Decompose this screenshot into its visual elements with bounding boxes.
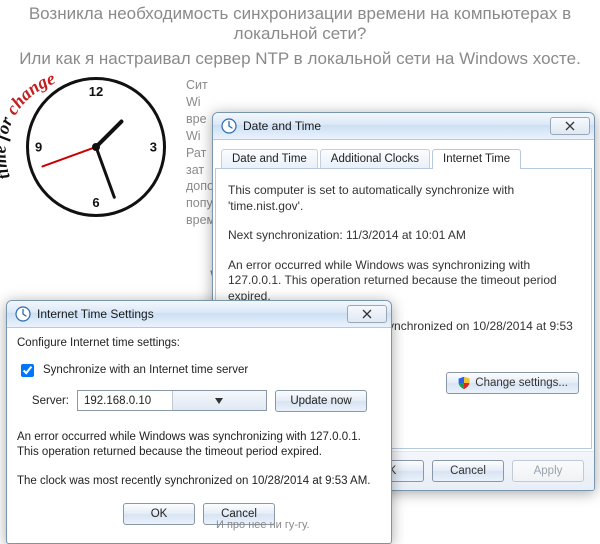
sync-checkbox[interactable] — [21, 364, 34, 377]
change-settings-button[interactable]: Change settings... — [446, 372, 579, 394]
update-now-button[interactable]: Update now — [275, 390, 367, 412]
sync-error-text: An error occurred while Windows was sync… — [17, 430, 381, 460]
curved-text-1: time for — [0, 113, 17, 182]
window-title: Date and Time — [243, 119, 550, 133]
close-icon — [564, 121, 576, 131]
server-label: Server: — [17, 395, 69, 407]
footer-fragment: И про нее ни гу-гу. — [216, 519, 310, 531]
window-title: Internet Time Settings — [37, 307, 347, 321]
article-subtitle: Или как я настраивал сервер NTP в локаль… — [8, 49, 592, 69]
next-sync-text: Next synchronization: 11/3/2014 at 10:01… — [228, 228, 579, 244]
ok-button[interactable]: OK — [123, 503, 195, 525]
close-button[interactable] — [550, 117, 590, 135]
tab-date-and-time[interactable]: Date and Time — [221, 149, 318, 168]
titlebar[interactable]: Internet Time Settings — [7, 301, 391, 328]
article-title: Возникла необходимость синхронизации вре… — [8, 4, 592, 45]
server-value: 192.168.0.10 — [78, 395, 172, 407]
apply-button[interactable]: Apply — [512, 460, 584, 482]
internet-time-settings-window: Internet Time Settings Configure Interne… — [6, 300, 392, 544]
tab-internet-time[interactable]: Internet Time — [432, 149, 521, 169]
clock-illustration: time for change 12 3 6 9 — [8, 77, 178, 227]
sync-status-text: This computer is set to automatically sy… — [228, 183, 579, 214]
tab-additional-clocks[interactable]: Additional Clocks — [320, 149, 430, 168]
last-sync-text: The clock was most recently synchronized… — [17, 474, 381, 489]
settings-heading: Configure Internet time settings: — [17, 336, 381, 351]
sync-checkbox-label: Synchronize with an Internet time server — [43, 364, 248, 376]
sync-checkbox-row[interactable]: Synchronize with an Internet time server — [17, 361, 248, 380]
sync-error-text: An error occurred while Windows was sync… — [228, 258, 579, 305]
tab-strip: Date and Time Additional Clocks Internet… — [215, 142, 592, 169]
clock-icon — [221, 118, 237, 134]
clock-icon — [15, 306, 31, 322]
shield-icon — [457, 376, 471, 390]
close-button[interactable] — [347, 305, 387, 323]
close-icon — [361, 309, 373, 319]
chevron-down-icon[interactable] — [172, 391, 267, 410]
cancel-button[interactable]: Cancel — [432, 460, 504, 482]
server-combobox[interactable]: 192.168.0.10 — [77, 390, 267, 411]
titlebar[interactable]: Date and Time — [213, 113, 594, 140]
change-settings-label: Change settings... — [475, 377, 568, 389]
